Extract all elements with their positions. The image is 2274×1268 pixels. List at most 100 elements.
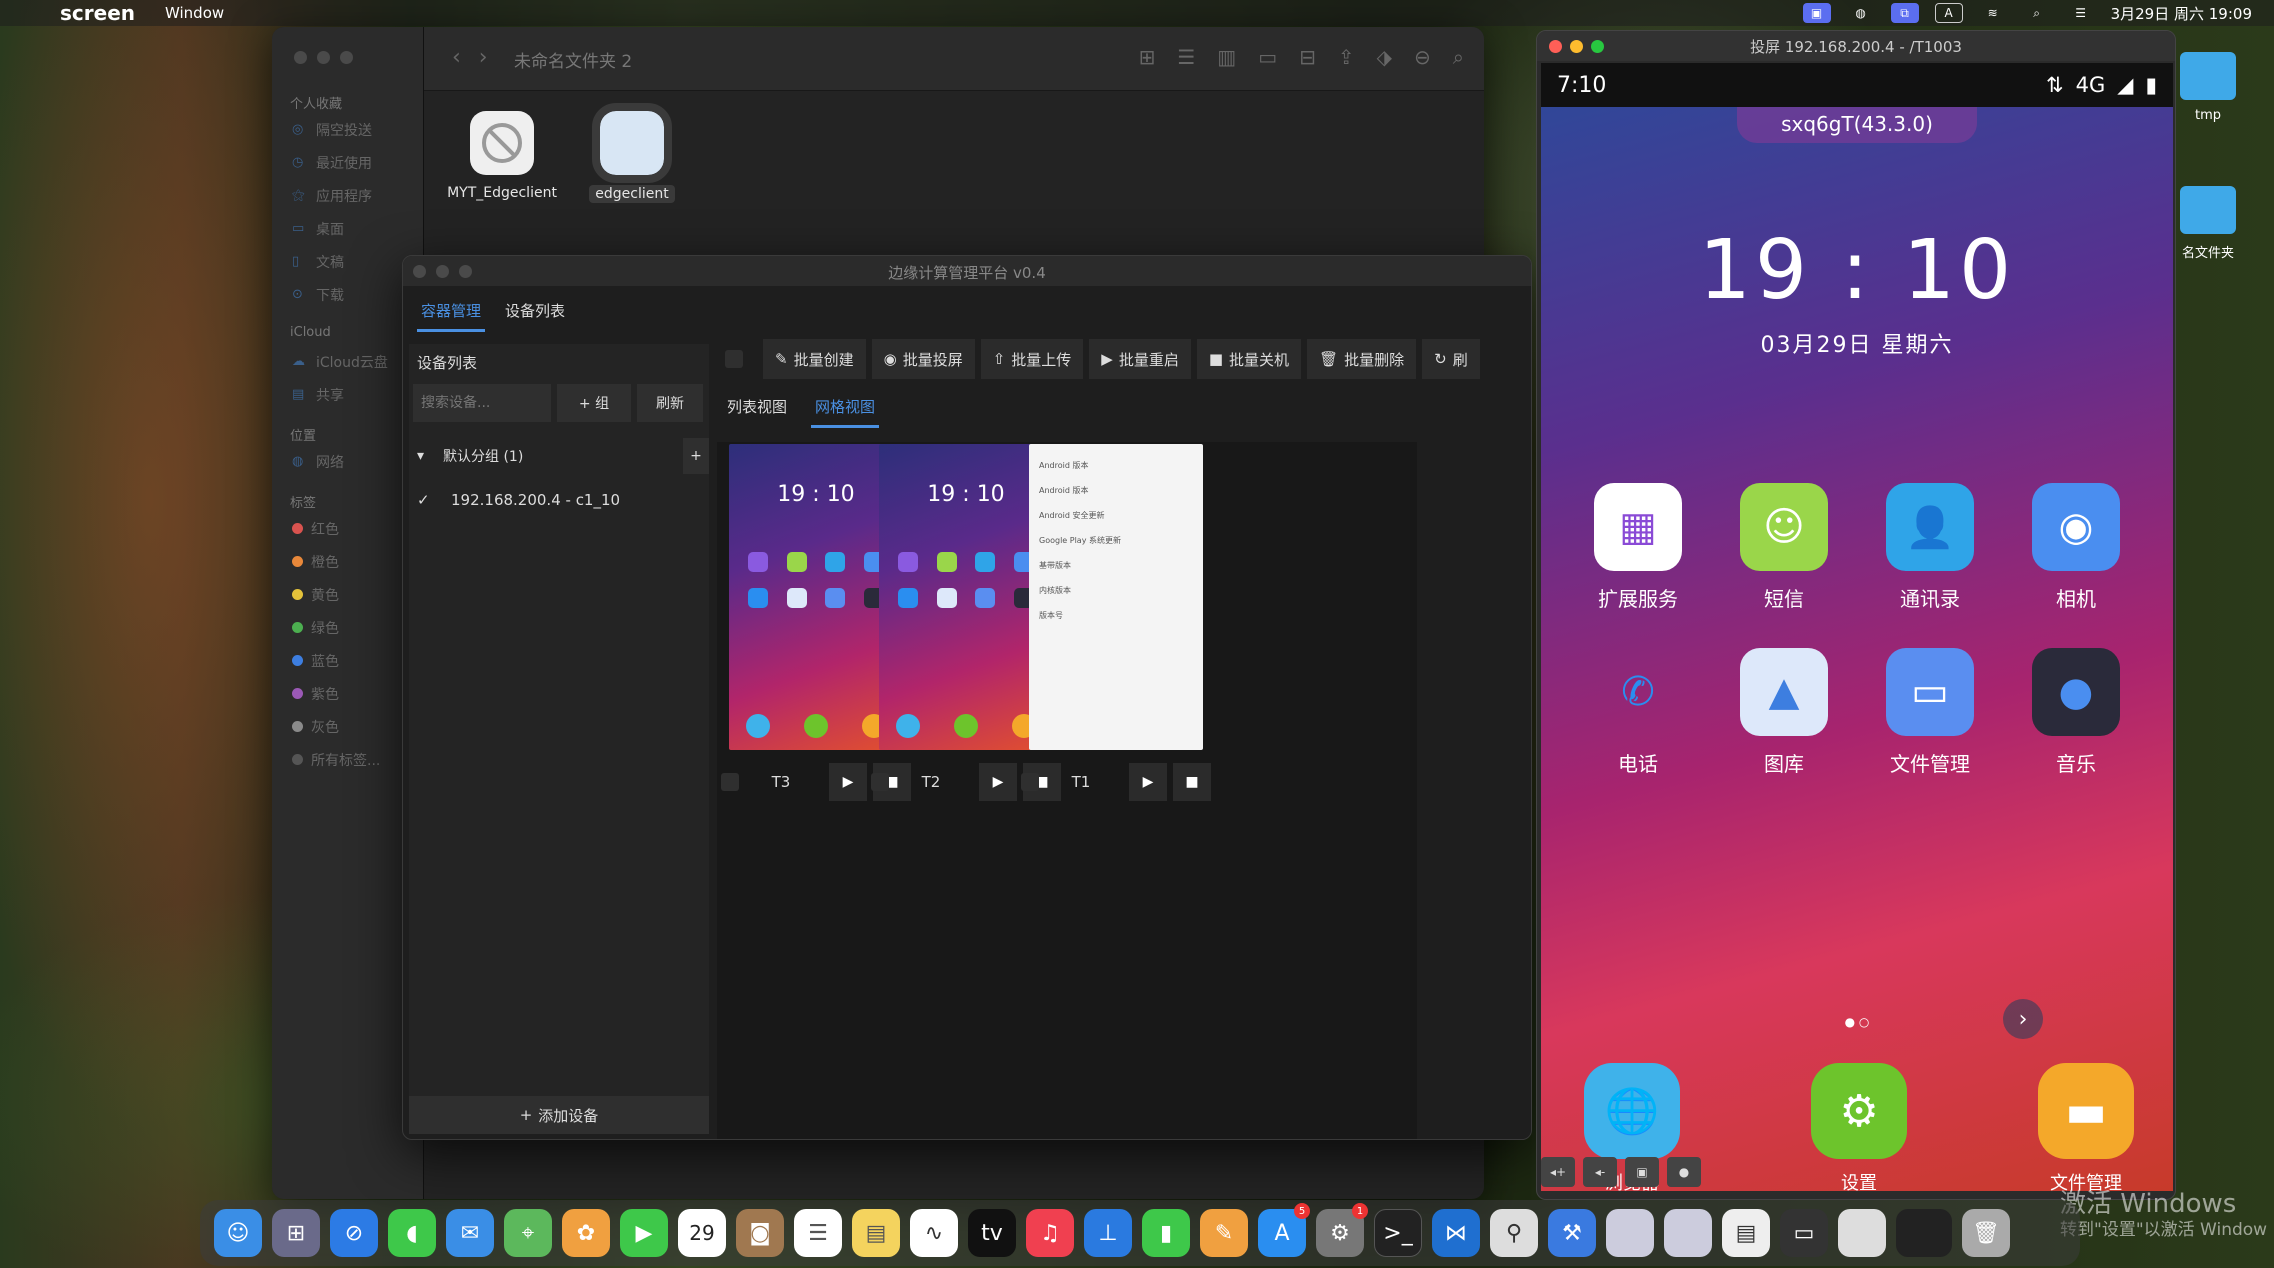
- sidebar-item-applications[interactable]: ⚝ 应用程序: [272, 179, 424, 212]
- batch-button[interactable]: ◉ 批量投屏: [871, 339, 975, 379]
- screen-mirror-menubar-icon[interactable]: ▣: [1802, 3, 1831, 23]
- back-forward-icon[interactable]: ‹›: [452, 45, 506, 70]
- container-checkbox[interactable]: [721, 773, 739, 791]
- device-search-input[interactable]: [413, 384, 551, 422]
- share-icon[interactable]: ⇪: [1338, 45, 1355, 69]
- container-checkbox[interactable]: [871, 773, 889, 791]
- phone-app[interactable]: ● 音乐: [2003, 648, 2149, 777]
- globe-icon[interactable]: ◍: [1847, 3, 1875, 23]
- volume-down-icon[interactable]: ◂-: [1583, 1157, 1617, 1187]
- group-icon[interactable]: ⊟: [1299, 45, 1316, 69]
- container-play-button[interactable]: ▶: [1129, 763, 1167, 801]
- gallery-view-icon[interactable]: ▭: [1258, 45, 1277, 69]
- messages-icon[interactable]: ◖: [388, 1209, 436, 1257]
- spotlight-icon[interactable]: ⌕: [2023, 3, 2051, 23]
- control-center-icon[interactable]: ☰: [2067, 3, 2095, 23]
- menubar-datetime[interactable]: 3月29日 周六 19:09: [2111, 3, 2252, 24]
- group-add-button[interactable]: +: [683, 438, 709, 474]
- sidebar-item-desktop[interactable]: ▭ 桌面: [272, 212, 424, 245]
- appletv-icon[interactable]: tv: [968, 1209, 1016, 1257]
- add-group-button[interactable]: + 组: [557, 384, 631, 422]
- menubar-app-name[interactable]: screen: [60, 1, 135, 25]
- tag-icon[interactable]: ⬗: [1377, 45, 1392, 69]
- batch-button[interactable]: ✎ 批量创建: [763, 339, 866, 379]
- xcode-icon[interactable]: ⚒: [1548, 1209, 1596, 1257]
- phone-app[interactable]: ▦ 扩展服务: [1565, 483, 1711, 612]
- keynote-icon[interactable]: ⊥: [1084, 1209, 1132, 1257]
- phone-app[interactable]: ☺ 短信: [1711, 483, 1857, 612]
- photos-icon[interactable]: ✿: [562, 1209, 610, 1257]
- phone-screen[interactable]: 7:10 ⇅ 4G ◢ ▮ sxq6gT(43.3.0) 19 : 10 03月…: [1541, 63, 2173, 1191]
- sidebar-item-recents[interactable]: ◷ 最近使用: [272, 146, 424, 179]
- search-icon[interactable]: ⌕: [1453, 45, 1464, 69]
- menu-window[interactable]: Window: [165, 4, 224, 22]
- add-device-button[interactable]: + 添加设备: [409, 1096, 709, 1134]
- container-stop-button[interactable]: ■: [1173, 763, 1211, 801]
- pages-icon[interactable]: ✎: [1200, 1209, 1248, 1257]
- phone-app[interactable]: ▭ 文件管理: [1857, 648, 2003, 777]
- minimized-window-icon-2[interactable]: [1838, 1209, 1886, 1257]
- file-myt-edgeclient[interactable]: MYT_Edgeclient: [432, 111, 572, 201]
- numbers-icon[interactable]: ▮: [1142, 1209, 1190, 1257]
- vscode-icon[interactable]: ⋈: [1432, 1209, 1480, 1257]
- terminal-icon[interactable]: >_: [1374, 1209, 1422, 1257]
- tab-grid-view[interactable]: 网格视图: [811, 392, 880, 428]
- preview-icon[interactable]: ⚲: [1490, 1209, 1538, 1257]
- finder-traffic-lights[interactable]: [294, 51, 353, 64]
- app-window-icon-2[interactable]: [1664, 1209, 1712, 1257]
- refresh-button[interactable]: 刷新: [637, 384, 703, 422]
- input-method-icon[interactable]: A: [1934, 3, 1963, 23]
- batch-button[interactable]: ■ 批量关机: [1196, 339, 1302, 379]
- minimized-window-icon-3[interactable]: [1896, 1209, 1952, 1257]
- phone-app[interactable]: ▲ 图库: [1711, 648, 1857, 777]
- home-icon[interactable]: ●: [1667, 1157, 1701, 1187]
- volume-up-icon[interactable]: ◂+: [1541, 1157, 1575, 1187]
- appstore-icon[interactable]: A5: [1258, 1203, 1310, 1257]
- chevron-right-icon[interactable]: ›: [2003, 999, 2043, 1039]
- maps-icon[interactable]: ⌖: [504, 1209, 552, 1257]
- container-preview[interactable]: Android 版本 Android 版本 Android 安全更新 Google P…: [1029, 444, 1203, 750]
- reminders-icon[interactable]: ☰: [794, 1209, 842, 1257]
- safari-icon[interactable]: ⊘: [330, 1209, 378, 1257]
- contacts-dock-icon[interactable]: ◙: [736, 1209, 784, 1257]
- more-icon[interactable]: ⊖: [1414, 45, 1431, 69]
- finder-icon[interactable]: ☺: [214, 1209, 262, 1257]
- minimized-window-icon[interactable]: ▭: [1780, 1209, 1828, 1257]
- batch-button[interactable]: 🗑 批量删除: [1307, 339, 1417, 379]
- column-view-icon[interactable]: ▥: [1217, 45, 1236, 69]
- wifi-icon[interactable]: ≋: [1979, 3, 2007, 23]
- tab-list-view[interactable]: 列表视图: [723, 392, 791, 428]
- launchpad-icon[interactable]: ⊞: [272, 1209, 320, 1257]
- select-all-checkbox[interactable]: [725, 350, 743, 368]
- device-item[interactable]: ✓ 192.168.200.4 - c1_10: [409, 478, 709, 522]
- document-thumbnail-icon[interactable]: ▤: [1722, 1209, 1770, 1257]
- app-window-icon[interactable]: [1606, 1209, 1654, 1257]
- trash-icon[interactable]: 🗑: [1962, 1209, 2010, 1257]
- container-checkbox[interactable]: [1021, 773, 1039, 791]
- tab-container-management[interactable]: 容器管理: [417, 292, 486, 332]
- window-menubar-icon[interactable]: ⧉: [1890, 3, 1919, 23]
- freeform-icon[interactable]: ∿: [910, 1209, 958, 1257]
- phone-app[interactable]: 👤 通讯录: [1857, 483, 2003, 612]
- icon-view-icon[interactable]: ⊞: [1139, 45, 1156, 69]
- notes-icon[interactable]: ▤: [852, 1209, 900, 1257]
- tab-device-list[interactable]: 设备列表: [501, 292, 569, 332]
- phone-dock-app[interactable]: ▬ 文件管理: [2021, 1063, 2151, 1191]
- music-dock-icon[interactable]: ♫: [1026, 1209, 1074, 1257]
- facetime-icon[interactable]: ▶: [620, 1209, 668, 1257]
- container-play-button[interactable]: ▶: [979, 763, 1017, 801]
- phone-app[interactable]: ✆ 电话: [1565, 648, 1711, 777]
- apple-icon[interactable]: [22, 3, 42, 23]
- phone-app[interactable]: ◉ 相机: [2003, 483, 2149, 612]
- group-default[interactable]: ▾ 默认分组 (1) +: [409, 434, 709, 478]
- desktop-folder-tmp[interactable]: tmp: [2168, 52, 2248, 123]
- sidebar-item-airdrop[interactable]: ◎ 隔空投送: [272, 113, 424, 146]
- container-play-button[interactable]: ▶: [829, 763, 867, 801]
- desktop-folder-untitled[interactable]: 名文件夹: [2168, 186, 2248, 261]
- chevron-down-icon[interactable]: ▾: [417, 448, 443, 464]
- screenshot-icon[interactable]: ▣: [1625, 1157, 1659, 1187]
- file-edgeclient[interactable]: edgeclient: [562, 103, 702, 203]
- batch-button[interactable]: ↻ 刷: [1422, 339, 1480, 379]
- mail-icon[interactable]: ✉: [446, 1209, 494, 1257]
- batch-button[interactable]: ▶ 批量重启: [1089, 339, 1191, 379]
